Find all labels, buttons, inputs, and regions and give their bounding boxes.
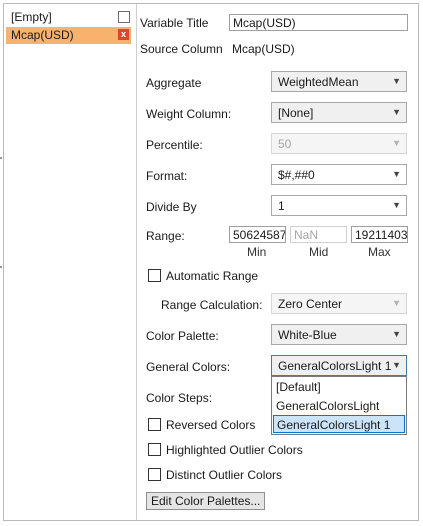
range-max-label: Max bbox=[368, 245, 391, 259]
distinct-outlier-label: Distinct Outlier Colors bbox=[166, 468, 283, 482]
list-item-mcap[interactable]: Mcap(USD) x bbox=[6, 27, 131, 44]
weight-column-dropdown[interactable]: [None] ▼ bbox=[271, 102, 407, 123]
option-generalcolorslight[interactable]: GeneralColorsLight bbox=[273, 397, 405, 415]
format-label: Format: bbox=[146, 169, 188, 183]
aggregate-label: Aggregate bbox=[146, 76, 202, 90]
range-min-label: Min bbox=[247, 245, 267, 259]
chevron-down-icon: ▼ bbox=[392, 107, 401, 117]
list-item-label: [Empty] bbox=[11, 10, 52, 24]
percentile-value: 50 bbox=[278, 137, 292, 151]
chevron-down-icon: ▼ bbox=[392, 329, 401, 339]
general-colors-dropdown[interactable]: GeneralColorsLight 1 ▼ bbox=[271, 355, 407, 376]
format-combobox[interactable]: $#,##0 ▼ bbox=[271, 164, 407, 185]
aggregate-value: WeightedMean bbox=[278, 75, 359, 89]
color-palette-dropdown[interactable]: White-Blue ▼ bbox=[271, 324, 407, 345]
edit-color-palettes-button[interactable]: Edit Color Palettes... bbox=[146, 492, 266, 510]
source-column-value: Mcap(USD) bbox=[232, 42, 295, 56]
variable-settings-panel: [Empty] Mcap(USD) x Variable Title Mcap(… bbox=[3, 3, 419, 521]
option-generalcolorslight-1[interactable]: GeneralColorsLight 1 bbox=[273, 415, 405, 433]
range-calculation-value: Zero Center bbox=[278, 297, 343, 311]
color-steps-label: Color Steps: bbox=[146, 391, 213, 405]
list-item-label: Mcap(USD) bbox=[11, 28, 74, 42]
highlighted-outlier-checkbox[interactable] bbox=[148, 443, 161, 456]
range-label: Range: bbox=[146, 229, 185, 243]
range-min-input[interactable]: 506245879 bbox=[229, 226, 286, 243]
automatic-range-checkbox[interactable] bbox=[148, 269, 161, 282]
weight-column-label: Weight Column: bbox=[146, 107, 232, 121]
range-mid-label: Mid bbox=[309, 245, 329, 259]
chevron-down-icon: ▼ bbox=[392, 200, 401, 210]
general-colors-options-list: [Default] GeneralColorsLight GeneralColo… bbox=[271, 376, 407, 435]
highlighted-outlier-label: Highlighted Outlier Colors bbox=[166, 443, 303, 457]
range-calculation-dropdown[interactable]: Zero Center ▼ bbox=[271, 293, 407, 314]
remove-icon[interactable]: x bbox=[118, 29, 129, 40]
variable-title-label: Variable Title bbox=[140, 16, 209, 30]
window-edge-mark bbox=[0, 157, 2, 159]
option-default[interactable]: [Default] bbox=[273, 378, 405, 396]
divide-by-value: 1 bbox=[278, 199, 285, 213]
divide-by-combobox[interactable]: 1 ▼ bbox=[271, 195, 407, 216]
general-colors-value: GeneralColorsLight 1 bbox=[278, 359, 392, 373]
aggregate-dropdown[interactable]: WeightedMean ▼ bbox=[271, 71, 407, 92]
chevron-down-icon: ▼ bbox=[392, 360, 401, 370]
distinct-outlier-checkbox[interactable] bbox=[148, 468, 161, 481]
format-value: $#,##0 bbox=[278, 168, 315, 182]
item-checkbox[interactable] bbox=[118, 11, 130, 23]
percentile-dropdown[interactable]: 50 ▼ bbox=[271, 133, 407, 154]
range-max-input[interactable]: 192114035 bbox=[351, 226, 408, 243]
reversed-colors-label: Reversed Colors bbox=[166, 418, 256, 432]
automatic-range-label: Automatic Range bbox=[166, 269, 259, 283]
color-palette-label: Color Palette: bbox=[146, 329, 219, 343]
source-column-label: Source Column bbox=[140, 42, 223, 56]
chevron-down-icon: ▼ bbox=[392, 298, 401, 308]
variable-title-input[interactable]: Mcap(USD) bbox=[229, 14, 408, 31]
variables-list: [Empty] Mcap(USD) x bbox=[4, 4, 137, 520]
window-edge-mark bbox=[0, 266, 2, 268]
chevron-down-icon: ▼ bbox=[392, 169, 401, 179]
chevron-down-icon: ▼ bbox=[392, 76, 401, 86]
reversed-colors-checkbox[interactable] bbox=[148, 418, 161, 431]
divide-by-label: Divide By bbox=[146, 200, 197, 214]
percentile-label: Percentile: bbox=[146, 138, 203, 152]
range-mid-input[interactable]: NaN bbox=[290, 226, 347, 243]
list-item-empty[interactable]: [Empty] bbox=[6, 9, 131, 26]
color-palette-value: White-Blue bbox=[278, 328, 337, 342]
range-calculation-label: Range Calculation: bbox=[161, 298, 263, 312]
weight-column-value: [None] bbox=[278, 106, 314, 120]
general-colors-label: General Colors: bbox=[146, 360, 231, 374]
chevron-down-icon: ▼ bbox=[392, 138, 401, 148]
